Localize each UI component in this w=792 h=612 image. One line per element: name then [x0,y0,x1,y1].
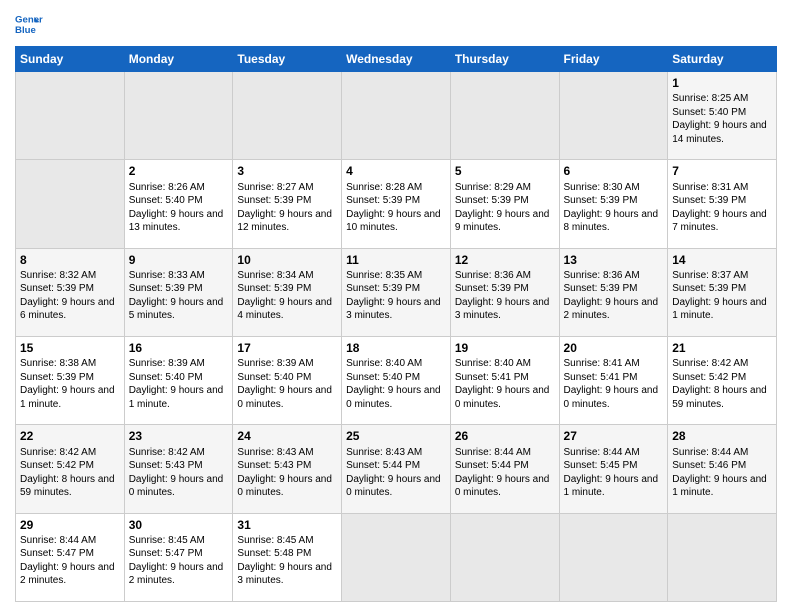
calendar-cell: 4Sunrise: 8:28 AMSunset: 5:39 PMDaylight… [342,160,451,248]
day-number: 18 [346,340,446,356]
empty-cell [16,160,125,248]
day-number: 23 [129,428,229,444]
day-number: 25 [346,428,446,444]
calendar-cell: 8Sunrise: 8:32 AMSunset: 5:39 PMDaylight… [16,248,125,336]
logo-icon: General Blue [15,10,43,38]
calendar-cell: 9Sunrise: 8:33 AMSunset: 5:39 PMDaylight… [124,248,233,336]
logo: General Blue [15,10,43,38]
day-number: 17 [237,340,337,356]
header-thursday: Thursday [450,47,559,72]
header-saturday: Saturday [668,47,777,72]
empty-cell [559,72,668,160]
calendar-cell: 12Sunrise: 8:36 AMSunset: 5:39 PMDayligh… [450,248,559,336]
day-number: 7 [672,163,772,179]
empty-cell [124,72,233,160]
empty-cell [450,513,559,601]
calendar-cell: 1Sunrise: 8:25 AMSunset: 5:40 PMDaylight… [668,72,777,160]
header-friday: Friday [559,47,668,72]
calendar-cell: 15Sunrise: 8:38 AMSunset: 5:39 PMDayligh… [16,336,125,424]
calendar-cell: 2Sunrise: 8:26 AMSunset: 5:40 PMDaylight… [124,160,233,248]
calendar-cell: 31Sunrise: 8:45 AMSunset: 5:48 PMDayligh… [233,513,342,601]
calendar-row: 22Sunrise: 8:42 AMSunset: 5:42 PMDayligh… [16,425,777,513]
empty-cell [342,513,451,601]
calendar-header-row: SundayMondayTuesdayWednesdayThursdayFrid… [16,47,777,72]
header-sunday: Sunday [16,47,125,72]
day-number: 30 [129,517,229,533]
calendar-cell: 22Sunrise: 8:42 AMSunset: 5:42 PMDayligh… [16,425,125,513]
calendar-cell: 27Sunrise: 8:44 AMSunset: 5:45 PMDayligh… [559,425,668,513]
empty-cell [16,72,125,160]
calendar-row: 2Sunrise: 8:26 AMSunset: 5:40 PMDaylight… [16,160,777,248]
calendar-cell: 29Sunrise: 8:44 AMSunset: 5:47 PMDayligh… [16,513,125,601]
day-number: 10 [237,252,337,268]
calendar-cell: 21Sunrise: 8:42 AMSunset: 5:42 PMDayligh… [668,336,777,424]
day-number: 31 [237,517,337,533]
day-number: 19 [455,340,555,356]
calendar-row: 8Sunrise: 8:32 AMSunset: 5:39 PMDaylight… [16,248,777,336]
day-number: 21 [672,340,772,356]
calendar-cell: 17Sunrise: 8:39 AMSunset: 5:40 PMDayligh… [233,336,342,424]
day-number: 2 [129,163,229,179]
day-number: 1 [672,75,772,91]
header-wednesday: Wednesday [342,47,451,72]
calendar-cell: 23Sunrise: 8:42 AMSunset: 5:43 PMDayligh… [124,425,233,513]
calendar-row: 1Sunrise: 8:25 AMSunset: 5:40 PMDaylight… [16,72,777,160]
calendar-cell: 11Sunrise: 8:35 AMSunset: 5:39 PMDayligh… [342,248,451,336]
day-number: 9 [129,252,229,268]
calendar-cell: 20Sunrise: 8:41 AMSunset: 5:41 PMDayligh… [559,336,668,424]
calendar-cell: 16Sunrise: 8:39 AMSunset: 5:40 PMDayligh… [124,336,233,424]
calendar-cell: 24Sunrise: 8:43 AMSunset: 5:43 PMDayligh… [233,425,342,513]
day-number: 8 [20,252,120,268]
day-number: 11 [346,252,446,268]
svg-text:General: General [15,14,43,25]
day-number: 27 [564,428,664,444]
day-number: 28 [672,428,772,444]
empty-cell [668,513,777,601]
day-number: 15 [20,340,120,356]
day-number: 29 [20,517,120,533]
day-number: 20 [564,340,664,356]
day-number: 3 [237,163,337,179]
calendar-table: SundayMondayTuesdayWednesdayThursdayFrid… [15,46,777,602]
empty-cell [559,513,668,601]
calendar-cell: 6Sunrise: 8:30 AMSunset: 5:39 PMDaylight… [559,160,668,248]
day-number: 13 [564,252,664,268]
calendar-cell: 14Sunrise: 8:37 AMSunset: 5:39 PMDayligh… [668,248,777,336]
day-number: 22 [20,428,120,444]
calendar-cell: 3Sunrise: 8:27 AMSunset: 5:39 PMDaylight… [233,160,342,248]
day-number: 16 [129,340,229,356]
calendar-cell: 18Sunrise: 8:40 AMSunset: 5:40 PMDayligh… [342,336,451,424]
day-number: 12 [455,252,555,268]
calendar-cell: 13Sunrise: 8:36 AMSunset: 5:39 PMDayligh… [559,248,668,336]
empty-cell [233,72,342,160]
calendar-cell: 10Sunrise: 8:34 AMSunset: 5:39 PMDayligh… [233,248,342,336]
day-number: 24 [237,428,337,444]
calendar-cell: 25Sunrise: 8:43 AMSunset: 5:44 PMDayligh… [342,425,451,513]
day-number: 6 [564,163,664,179]
empty-cell [450,72,559,160]
header: General Blue [15,10,777,38]
calendar-cell: 5Sunrise: 8:29 AMSunset: 5:39 PMDaylight… [450,160,559,248]
day-number: 26 [455,428,555,444]
calendar-cell: 7Sunrise: 8:31 AMSunset: 5:39 PMDaylight… [668,160,777,248]
empty-cell [342,72,451,160]
calendar-row: 29Sunrise: 8:44 AMSunset: 5:47 PMDayligh… [16,513,777,601]
calendar-cell: 28Sunrise: 8:44 AMSunset: 5:46 PMDayligh… [668,425,777,513]
header-monday: Monday [124,47,233,72]
calendar-row: 15Sunrise: 8:38 AMSunset: 5:39 PMDayligh… [16,336,777,424]
day-number: 5 [455,163,555,179]
svg-text:Blue: Blue [15,25,36,36]
page-container: General Blue SundayMondayTuesdayWednesda… [0,0,792,612]
calendar-cell: 19Sunrise: 8:40 AMSunset: 5:41 PMDayligh… [450,336,559,424]
header-tuesday: Tuesday [233,47,342,72]
day-number: 4 [346,163,446,179]
day-number: 14 [672,252,772,268]
calendar-cell: 30Sunrise: 8:45 AMSunset: 5:47 PMDayligh… [124,513,233,601]
calendar-cell: 26Sunrise: 8:44 AMSunset: 5:44 PMDayligh… [450,425,559,513]
